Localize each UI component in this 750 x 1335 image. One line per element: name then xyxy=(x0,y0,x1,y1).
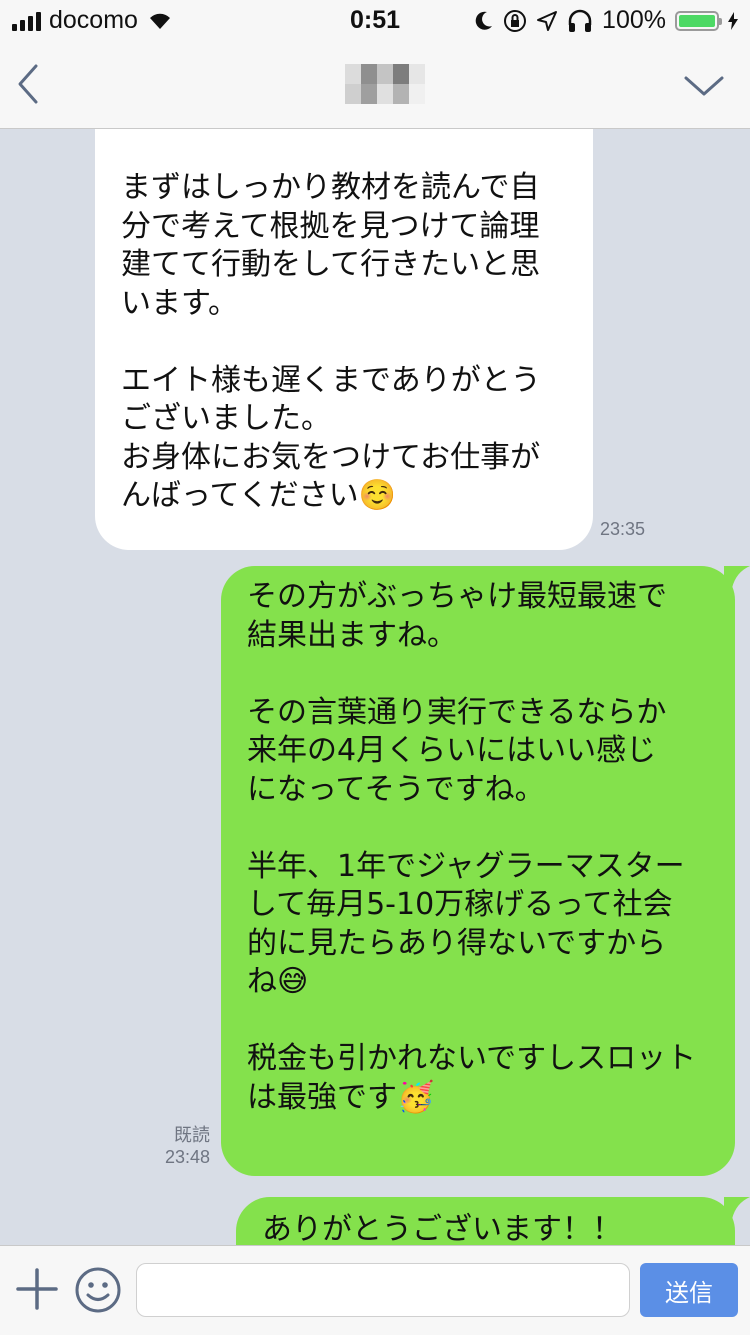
bubble-tail xyxy=(724,1197,750,1223)
outgoing-message: その方がぶっちゃけ最短最速で 結果出ますね。 その言葉通り実行できるならか 来年… xyxy=(221,566,735,1176)
location-arrow-icon xyxy=(537,10,558,31)
chat-area[interactable]: まずはしっかり教材を読んで自 分で考えて根拠を見つけて論理 建てて行動をして行き… xyxy=(0,129,750,1245)
charging-bolt-icon xyxy=(728,11,738,30)
message-input[interactable] xyxy=(136,1263,630,1317)
send-button[interactable]: 送信 xyxy=(640,1263,738,1317)
incoming-message: まずはしっかり教材を読んで自 分で考えて根拠を見つけて論理 建てて行動をして行き… xyxy=(95,129,593,550)
orientation-lock-icon xyxy=(504,9,527,32)
battery-percent: 100% xyxy=(602,6,666,34)
status-bar: docomo 0:51 100% xyxy=(0,0,750,40)
status-right: 100% xyxy=(474,6,738,35)
battery-icon xyxy=(675,10,722,31)
moon-icon xyxy=(475,11,493,30)
read-receipt: 既読 xyxy=(174,1125,210,1145)
outgoing-message: ありがとうございます！！ xyxy=(236,1197,735,1245)
contact-name-mosaic xyxy=(345,64,425,104)
smiley-icon[interactable] xyxy=(74,1266,122,1314)
bubble-tail xyxy=(724,566,750,592)
menu-chevron-down-icon[interactable] xyxy=(682,72,726,100)
message-time: 23:48 xyxy=(164,1147,210,1167)
input-bar: 送信 xyxy=(0,1245,750,1335)
headphones-icon xyxy=(568,9,592,32)
message-time: 23:35 xyxy=(600,519,646,539)
battery-fill xyxy=(679,14,715,27)
back-chevron-left-icon[interactable] xyxy=(14,62,44,106)
plus-icon[interactable] xyxy=(16,1268,58,1310)
chat-header xyxy=(0,40,750,129)
